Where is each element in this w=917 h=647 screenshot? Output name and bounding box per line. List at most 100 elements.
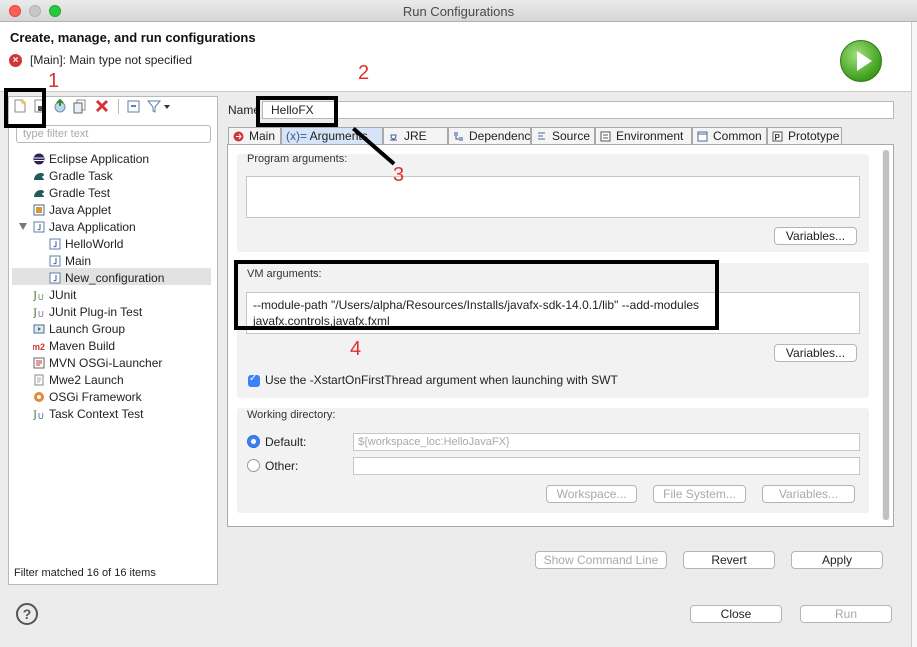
tree-item-label: JUnit Plug-in Test [49, 305, 143, 319]
arguments-tab-icon: (x)= [286, 129, 307, 143]
workspace-button[interactable]: Workspace... [546, 485, 637, 503]
program-args-textarea[interactable] [246, 176, 860, 218]
other-dir-radio[interactable] [247, 459, 260, 472]
tree-item-label: Launch Group [49, 322, 126, 336]
default-dir-label: Default: [265, 435, 307, 449]
tree-item-label: Eclipse Application [49, 152, 150, 166]
jre-tab-icon [390, 134, 397, 141]
tab-label: Environment [616, 129, 684, 143]
program-args-label: Program arguments: [247, 153, 348, 165]
other-dir-label: Other: [265, 459, 299, 473]
common-tab-icon [697, 131, 708, 142]
collapse-all-icon[interactable] [126, 98, 142, 114]
mwe2-icon [34, 374, 44, 386]
svg-text:J: J [33, 291, 37, 301]
tab-label: JRE [404, 129, 427, 143]
java-app-icon [49, 272, 61, 284]
export-icon[interactable] [52, 98, 68, 114]
tab-label: Source [552, 129, 591, 143]
title-bar: Run Configurations [0, 0, 917, 22]
tree-item-label: OSGi Framework [49, 390, 142, 404]
tab-label: Prototype [788, 129, 840, 143]
program-args-group: Program arguments: Variables... [237, 153, 869, 252]
tree-item-label: HelloWorld [65, 237, 124, 251]
name-input[interactable]: HelloFX [262, 101, 894, 119]
java-app-icon [33, 221, 45, 233]
svg-text:m2: m2 [33, 342, 45, 352]
tab-prototype[interactable]: P Prototype [767, 127, 842, 145]
tree-item-label: Main [65, 254, 92, 268]
tab-label: Main [249, 129, 276, 143]
task-context-icon: JU [33, 410, 44, 420]
java-app-icon [49, 255, 61, 267]
annotation-number-1: 1 [48, 70, 60, 92]
tab-source[interactable]: Source [531, 127, 595, 145]
prototype-tab-icon: P [772, 131, 783, 142]
svg-text:P: P [775, 133, 781, 142]
delete-icon[interactable] [94, 98, 110, 114]
launch-group-icon [33, 324, 45, 334]
svg-text:U: U [38, 293, 44, 301]
tree-item-label: Gradle Task [49, 169, 113, 183]
program-args-variables-button[interactable]: Variables... [774, 227, 857, 245]
xstart-checkbox[interactable] [248, 373, 260, 387]
tree-item-label: Maven Build [49, 339, 116, 353]
junit-plugin-icon: JU [33, 308, 44, 318]
tab-common[interactable]: Common [692, 127, 767, 145]
close-button[interactable]: Close [690, 605, 782, 623]
tab-dependencies[interactable]: Dependencies [448, 127, 546, 145]
toolbar-separator [118, 99, 119, 114]
scrollbar-thumb[interactable] [883, 150, 889, 520]
maven-icon: m2 [33, 342, 45, 352]
annotation-number-4: 4 [350, 338, 362, 360]
window-title: Run Configurations [402, 4, 515, 19]
annotation-box-1 [4, 88, 46, 128]
annotation-box-4 [234, 260, 719, 330]
dependencies-tab-icon [454, 132, 463, 141]
tab-environment[interactable]: Environment [595, 127, 692, 145]
tree-item-label: JUnit [49, 288, 77, 302]
svg-text:U: U [38, 412, 44, 420]
dialog-header: Create, manage, and run configurations ×… [0, 22, 917, 92]
source-tab-icon [538, 132, 545, 140]
revert-button[interactable]: Revert [683, 551, 775, 569]
arguments-tab-panel: Program arguments: Variables... VM argum… [227, 144, 894, 527]
error-icon: × [9, 54, 22, 67]
apply-button[interactable]: Apply [791, 551, 883, 569]
default-dir-radio[interactable] [247, 435, 260, 448]
tree-item-label: Java Application [49, 220, 136, 234]
tab-jre[interactable]: JRE [383, 127, 448, 145]
background-window-edge [911, 22, 917, 647]
tree-item-label: New_configuration [65, 271, 165, 285]
filter-icon[interactable] [146, 98, 172, 114]
applet-icon [33, 204, 45, 216]
tree-item-label: Java Applet [49, 203, 112, 217]
eclipse-icon [33, 153, 45, 165]
filter-status: Filter matched 16 of 16 items [14, 567, 156, 579]
header-title: Create, manage, and run configurations [10, 30, 256, 45]
osgi-launcher-icon [33, 357, 45, 369]
duplicate-icon[interactable] [72, 98, 88, 114]
gradle-icon [34, 190, 44, 197]
svg-text:U: U [38, 310, 44, 318]
vm-args-variables-button[interactable]: Variables... [774, 344, 857, 362]
tree-item-label: Gradle Test [49, 186, 111, 200]
working-dir-variables-button[interactable]: Variables... [762, 485, 855, 503]
help-icon[interactable]: ? [16, 603, 38, 625]
tree-item-label: MVN OSGi-Launcher [49, 356, 163, 370]
show-command-line-button[interactable]: Show Command Line [535, 551, 667, 569]
error-message: [Main]: Main type not specified [30, 53, 193, 67]
other-dir-input[interactable] [353, 457, 860, 475]
tab-main[interactable]: Main [228, 127, 281, 145]
main-tab-icon [233, 131, 244, 142]
tree-item-label: Mwe2 Launch [49, 373, 124, 387]
annotation-number-3: 3 [393, 164, 405, 186]
run-button[interactable]: Run [800, 605, 892, 623]
expand-toggle-icon[interactable] [19, 223, 27, 230]
xstart-label: Use the -XstartOnFirstThread argument wh… [265, 373, 618, 387]
run-icon [840, 40, 882, 82]
annotation-box-2 [256, 96, 338, 127]
working-dir-group: Working directory: Default: ${workspace_… [237, 408, 869, 513]
svg-text:J: J [33, 308, 37, 318]
file-system-button[interactable]: File System... [653, 485, 746, 503]
